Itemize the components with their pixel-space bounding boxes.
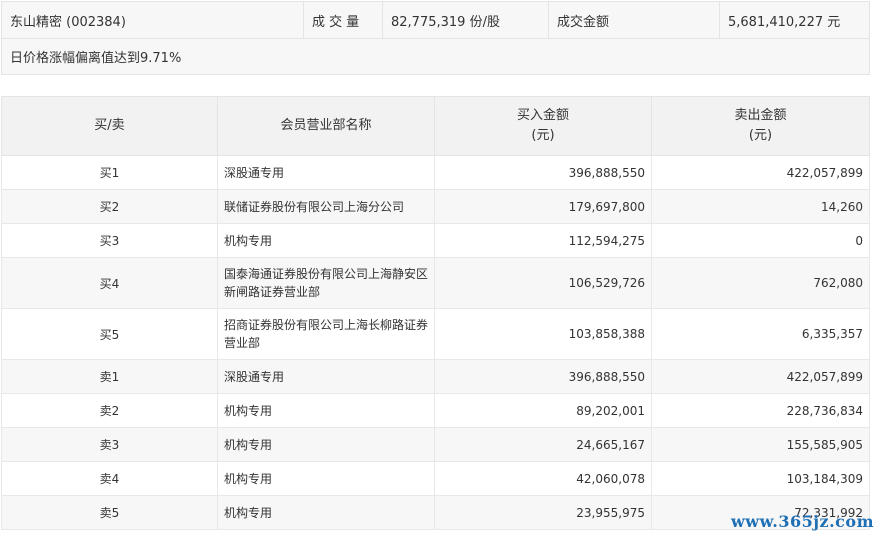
row-buy-amount: 396,888,550 [434,155,652,190]
amount-label: 成交金额 [548,1,720,39]
row-sell-amount: 103,184,309 [651,461,870,496]
table-row: 买5 招商证券股份有限公司上海长柳路证券营业部 103,858,388 6,33… [1,308,870,360]
row-buy-amount: 24,665,167 [434,427,652,462]
row-branch: 深股通专用 [217,359,435,394]
row-buy-amount: 23,955,975 [434,495,652,530]
header-buy-amount-unit: (元) [531,128,555,143]
row-buy-amount: 89,202,001 [434,393,652,428]
row-branch: 机构专用 [217,461,435,496]
stock-summary-table: 东山精密 (002384) 成 交 量 82,775,319 份/股 成交金额 … [1,1,870,75]
header-sell-amount-label: 卖出金额 [734,108,787,123]
row-buy-amount: 103,858,388 [434,308,652,360]
row-side: 卖1 [1,359,218,394]
row-side: 买2 [1,189,218,224]
row-side: 买3 [1,223,218,258]
row-branch: 招商证券股份有限公司上海长柳路证券营业部 [217,308,435,360]
row-side: 买1 [1,155,218,190]
amount-value: 5,681,410,227 元 [719,1,870,39]
row-side: 卖5 [1,495,218,530]
volume-value: 82,775,319 份/股 [382,1,549,39]
header-sell-amount-unit: (元) [748,128,773,143]
summary-row: 东山精密 (002384) 成 交 量 82,775,319 份/股 成交金额 … [1,1,870,39]
row-buy-amount: 396,888,550 [434,359,652,394]
row-side: 卖2 [1,393,218,428]
summary-note-row: 日价格涨幅偏离值达到9.71% [1,38,870,75]
stock-name: 东山精密 (002384) [1,1,304,39]
table-row: 买4 国泰海通证券股份有限公司上海静安区新闸路证券营业部 106,529,726… [1,257,870,309]
site-watermark: www.365jz.com [731,512,874,531]
row-branch: 机构专用 [217,495,435,530]
row-sell-amount: 6,335,357 [651,308,870,360]
row-branch: 机构专用 [217,393,435,428]
table-row: 买3 机构专用 112,594,275 0 [1,223,870,258]
row-side: 卖3 [1,427,218,462]
row-sell-amount: 762,080 [651,257,870,309]
row-buy-amount: 42,060,078 [434,461,652,496]
header-buy-amount-label: 买入金额 [516,108,569,123]
row-sell-amount: 155,585,905 [651,427,870,462]
header-side: 买/卖 [1,96,218,156]
row-buy-amount: 179,697,800 [434,189,652,224]
trading-seats-table: 买/卖 会员营业部名称 买入金额 (元) 卖出金额 (元) 买1 深股通专用 3… [1,96,870,530]
table-row: 买1 深股通专用 396,888,550 422,057,899 [1,155,870,190]
deviation-note: 日价格涨幅偏离值达到9.71% [1,38,870,75]
header-branch: 会员营业部名称 [217,96,435,156]
row-sell-amount: 422,057,899 [651,359,870,394]
row-sell-amount: 422,057,899 [651,155,870,190]
row-branch: 深股通专用 [217,155,435,190]
row-sell-amount: 228,736,834 [651,393,870,428]
row-buy-amount: 106,529,726 [434,257,652,309]
table-row: 卖2 机构专用 89,202,001 228,736,834 [1,393,870,428]
row-side: 卖4 [1,461,218,496]
volume-label: 成 交 量 [303,1,383,39]
row-buy-amount: 112,594,275 [434,223,652,258]
row-branch: 机构专用 [217,427,435,462]
table-header-row: 买/卖 会员营业部名称 买入金额 (元) 卖出金额 (元) [1,96,870,156]
row-sell-amount: 0 [651,223,870,258]
header-sell-amount: 卖出金额 (元) [651,96,870,156]
row-sell-amount: 14,260 [651,189,870,224]
row-side: 买4 [1,257,218,309]
row-branch: 机构专用 [217,223,435,258]
row-branch: 国泰海通证券股份有限公司上海静安区新闸路证券营业部 [217,257,435,309]
row-side: 买5 [1,308,218,360]
row-branch: 联储证券股份有限公司上海分公司 [217,189,435,224]
table-row: 卖3 机构专用 24,665,167 155,585,905 [1,427,870,462]
table-row: 卖4 机构专用 42,060,078 103,184,309 [1,461,870,496]
header-buy-amount: 买入金额 (元) [434,96,652,156]
table-row: 卖1 深股通专用 396,888,550 422,057,899 [1,359,870,394]
table-row: 买2 联储证券股份有限公司上海分公司 179,697,800 14,260 [1,189,870,224]
